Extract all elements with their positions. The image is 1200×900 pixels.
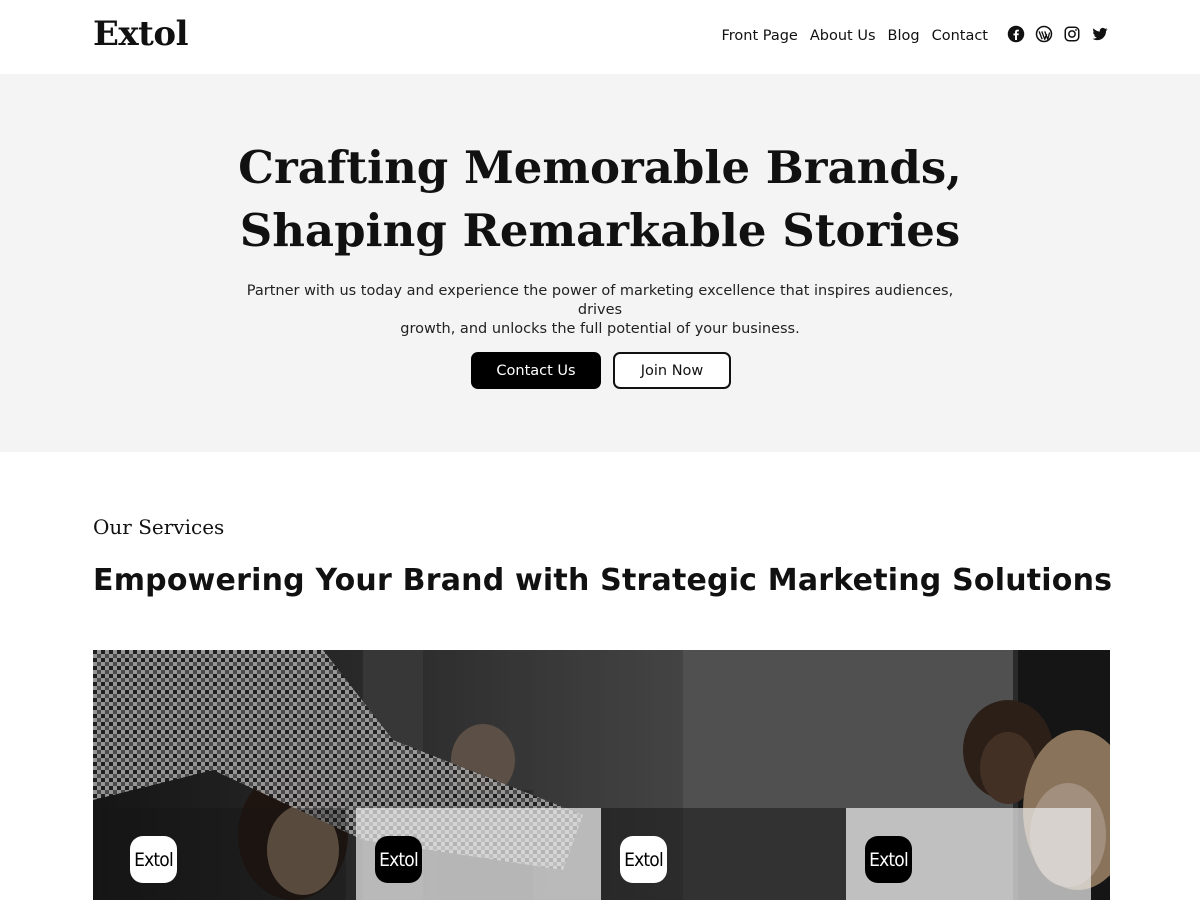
service-card[interactable]: Extol (356, 808, 601, 900)
wordpress-icon[interactable] (1035, 25, 1053, 43)
primary-nav: Front Page About Us Blog Contact (721, 28, 988, 44)
join-now-button[interactable]: Join Now (613, 352, 731, 389)
services-eyebrow: Our Services (93, 515, 225, 539)
nav-item-about-us[interactable]: About Us (810, 28, 876, 44)
instagram-icon[interactable] (1063, 25, 1081, 43)
hero-title-line-1: Crafting Memorable Brands, (238, 141, 962, 194)
hero-title: Crafting Memorable Brands, Shaping Remar… (0, 136, 1200, 262)
hero-subtitle-line-1: Partner with us today and experience the… (246, 283, 954, 318)
service-card[interactable]: Extol (601, 808, 846, 900)
hero-subtitle-line-2: growth, and unlocks the full potential o… (400, 321, 800, 337)
hero-subtitle: Partner with us today and experience the… (240, 282, 960, 339)
social-links (1007, 25, 1109, 43)
nav-item-front-page[interactable]: Front Page (721, 28, 797, 44)
contact-us-button[interactable]: Contact Us (471, 352, 601, 389)
hero-title-line-2: Shaping Remarkable Stories (239, 204, 961, 257)
card-logo: Extol (865, 836, 912, 883)
site-header: Extol Front Page About Us Blog Contact (0, 0, 1200, 74)
service-card[interactable]: Extol (101, 808, 346, 900)
twitter-icon[interactable] (1091, 25, 1109, 43)
nav-item-blog[interactable]: Blog (888, 28, 920, 44)
card-logo: Extol (620, 836, 667, 883)
site-title[interactable]: Extol (93, 14, 188, 54)
facebook-icon[interactable] (1007, 25, 1025, 43)
services-heading: Empowering Your Brand with Strategic Mar… (93, 563, 1113, 598)
service-card[interactable]: Extol (846, 808, 1091, 900)
services-photo: Extol Extol Extol Extol (93, 650, 1110, 900)
card-logo: Extol (130, 836, 177, 883)
nav-item-contact[interactable]: Contact (932, 28, 988, 44)
card-logo: Extol (375, 836, 422, 883)
hero-section: Crafting Memorable Brands, Shaping Remar… (0, 74, 1200, 452)
